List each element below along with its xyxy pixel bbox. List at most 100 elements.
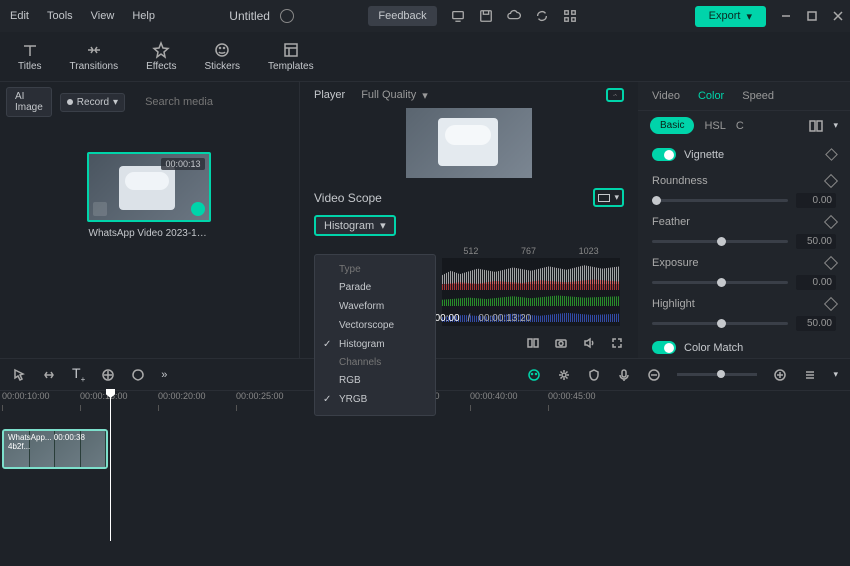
keyframe-diamond-icon[interactable] <box>824 297 838 311</box>
playhead[interactable] <box>110 391 111 541</box>
snapshot-icon[interactable] <box>554 336 568 350</box>
mask-tool-icon[interactable] <box>131 368 145 382</box>
dropdown-item-parade[interactable]: Parade <box>315 278 435 297</box>
close-button[interactable] <box>832 10 844 22</box>
roundness-slider[interactable] <box>652 199 788 202</box>
menu-view[interactable]: View <box>91 10 115 22</box>
chevron-down-icon: ▾ <box>614 192 619 203</box>
compare-panel-icon[interactable] <box>809 120 823 132</box>
quality-selector[interactable]: Full Quality▾ <box>361 89 428 102</box>
document-title: Untitled <box>229 9 270 23</box>
tab-templates[interactable]: Templates <box>254 37 328 76</box>
vignette-toggle[interactable] <box>652 148 676 161</box>
text-tool-icon[interactable]: T+ <box>72 365 85 384</box>
menu-help[interactable]: Help <box>132 10 155 22</box>
tab-stickers[interactable]: Stickers <box>190 37 254 76</box>
dropdown-item-waveform[interactable]: Waveform <box>315 297 435 316</box>
feather-label: Feather <box>652 216 690 228</box>
color-match-toggle[interactable] <box>652 341 676 354</box>
tab-color[interactable]: Color <box>698 90 724 102</box>
more-tools-icon[interactable]: » <box>161 369 167 381</box>
player-label: Player <box>314 89 345 101</box>
tab-effects[interactable]: Effects <box>132 37 190 76</box>
search-input[interactable] <box>141 93 291 111</box>
fullscreen-icon[interactable] <box>610 336 624 350</box>
dropdown-header-channels: Channels <box>315 354 435 371</box>
exposure-slider[interactable] <box>652 281 788 284</box>
chevron-down-icon[interactable]: ▾ <box>833 369 838 380</box>
subtab-basic[interactable]: Basic <box>650 117 694 134</box>
tab-video[interactable]: Video <box>652 90 680 102</box>
dropdown-header-type: Type <box>315 261 435 278</box>
ai-image-button[interactable]: AI Image <box>6 87 52 117</box>
keyframe-diamond-icon[interactable] <box>824 174 838 188</box>
subtab-c[interactable]: C <box>736 120 744 132</box>
minimize-button[interactable] <box>780 10 792 22</box>
zoom-slider[interactable] <box>677 373 757 376</box>
menu-tools[interactable]: Tools <box>47 10 73 22</box>
color-match-label: Color Match <box>684 342 743 354</box>
scope-mode-button[interactable]: ▾ <box>593 188 624 207</box>
keyframe-diamond-icon[interactable] <box>824 256 838 270</box>
feather-value[interactable]: 50.00 <box>796 234 836 249</box>
zoom-in-icon[interactable] <box>773 368 787 382</box>
preview-frame <box>406 108 532 178</box>
clip-type-icon <box>93 202 107 216</box>
scope-type-selector[interactable]: Histogram▾ <box>314 215 396 236</box>
timeline-clip[interactable]: WhatsApp... 00:00:38 4b2f... <box>2 429 108 469</box>
scope-dropdown: Type Parade Waveform Vectorscope Histogr… <box>314 254 436 416</box>
compare-icon[interactable] <box>526 336 540 350</box>
crop-tool-icon[interactable] <box>101 368 115 382</box>
exposure-label: Exposure <box>652 257 698 269</box>
subtab-hsl[interactable]: HSL <box>704 120 725 132</box>
zoom-out-icon[interactable] <box>647 368 661 382</box>
dropdown-item-vectorscope[interactable]: Vectorscope <box>315 316 435 335</box>
record-button[interactable]: Record▾ <box>60 93 125 112</box>
clip-duration: 00:00:13 <box>161 158 204 170</box>
list-view-icon[interactable] <box>803 368 817 382</box>
chevron-down-icon: ▾ <box>422 89 428 102</box>
tool-icon-2[interactable] <box>42 368 56 382</box>
total-time: 00:00:13:20 <box>478 313 531 324</box>
sync-icon[interactable] <box>535 9 549 23</box>
media-clip[interactable]: 00:00:13 WhatsApp Video 2023-10-05... <box>87 152 213 239</box>
gear-icon[interactable] <box>557 368 571 382</box>
tab-titles[interactable]: Titles <box>4 37 56 76</box>
pointer-tool-icon[interactable] <box>12 368 26 382</box>
scope-toggle-button[interactable] <box>606 88 624 102</box>
keyframe-diamond-icon[interactable] <box>824 215 838 229</box>
roundness-value[interactable]: 0.00 <box>796 193 836 208</box>
tab-speed[interactable]: Speed <box>742 90 774 102</box>
timeline-clip-label: WhatsApp... 00:00:38 4b2f... <box>8 433 106 451</box>
chevron-down-icon: ▾ <box>380 219 386 232</box>
time-separator: / <box>468 313 471 324</box>
menu-edit[interactable]: Edit <box>10 10 29 22</box>
dropdown-item-yrgb[interactable]: YRGB <box>315 390 435 409</box>
feather-slider[interactable] <box>652 240 788 243</box>
highlight-value[interactable]: 50.00 <box>796 316 836 331</box>
shield-icon[interactable] <box>587 368 601 382</box>
chevron-down-icon[interactable]: ▾ <box>833 120 838 131</box>
ai-tool-icon[interactable] <box>527 368 541 382</box>
video-scope-title: Video Scope <box>314 191 382 205</box>
cloud-status-icon <box>280 9 294 23</box>
tab-transitions[interactable]: Transitions <box>56 37 133 76</box>
clip-check-icon <box>191 202 205 216</box>
grid-icon[interactable] <box>563 9 577 23</box>
save-icon[interactable] <box>479 9 493 23</box>
clip-name: WhatsApp Video 2023-10-05... <box>87 228 213 239</box>
export-button[interactable]: Export▾ <box>695 6 766 27</box>
maximize-button[interactable] <box>806 10 818 22</box>
highlight-slider[interactable] <box>652 322 788 325</box>
audio-icon[interactable] <box>582 336 596 350</box>
roundness-label: Roundness <box>652 175 708 187</box>
dropdown-item-rgb[interactable]: RGB <box>315 371 435 390</box>
feedback-button[interactable]: Feedback <box>368 6 436 26</box>
keyframe-diamond-icon[interactable] <box>825 148 838 161</box>
cloud-icon[interactable] <box>507 9 521 23</box>
dropdown-item-histogram[interactable]: Histogram <box>315 335 435 354</box>
mic-icon[interactable] <box>617 368 631 382</box>
device-icon[interactable] <box>451 9 465 23</box>
chevron-down-icon: ▾ <box>746 10 752 23</box>
exposure-value[interactable]: 0.00 <box>796 275 836 290</box>
